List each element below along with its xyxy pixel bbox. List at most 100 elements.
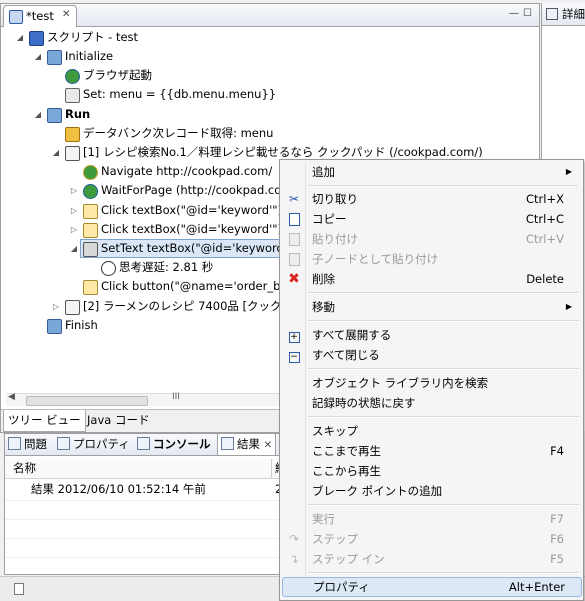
collapse-all-icon: −: [288, 352, 300, 363]
clock-icon: [101, 261, 116, 276]
collapse-icon[interactable]: ◢: [51, 143, 61, 162]
scissors-icon: ✂: [288, 192, 300, 206]
detail-icon: [546, 8, 558, 20]
problems-icon: [8, 437, 21, 450]
menu-item-search-library[interactable]: オブジェクト ライブラリ内を検索: [282, 373, 580, 393]
paste-icon: [286, 231, 302, 247]
tab-results[interactable]: 結果 ✕: [217, 434, 277, 455]
collapse-icon[interactable]: ◢: [33, 47, 43, 66]
copy-icon: [286, 211, 302, 227]
menu-item-delete[interactable]: ✖ 削除 Delete: [282, 269, 580, 289]
menu-separator: [308, 368, 578, 370]
results-icon: [221, 437, 234, 450]
click-hand-icon: [83, 280, 98, 295]
menu-item-copy[interactable]: コピー Ctrl+C: [282, 209, 580, 229]
table-row[interactable]: 結果 2012/06/10 01:52:14 午前 2: [5, 480, 295, 499]
menu-item-add-breakpoint[interactable]: ブレーク ポイントの追加: [282, 481, 580, 501]
menu-separator: [308, 292, 578, 294]
console-panel: 問題 プロパティ コンソール 結果 ✕ 名称 経 結果 2012/06/10 0…: [4, 433, 296, 575]
step-icon: ↷: [288, 532, 300, 546]
context-menu: 追加 ▶ ✂ 切り取り Ctrl+X コピー Ctrl+C 貼り付け Ctrl+V 子ノ…: [279, 159, 584, 601]
menu-item-skip[interactable]: スキップ: [282, 421, 580, 441]
console-icon: [137, 437, 150, 450]
scroll-left-icon[interactable]: ◀: [8, 392, 15, 402]
results-table-header: 名称 経: [5, 459, 295, 479]
detail-panel-header: 詳細: [542, 3, 585, 26]
grid-line: [5, 500, 295, 501]
properties-icon: [57, 437, 70, 450]
step-in-icon: ↴: [288, 552, 300, 566]
menu-item-step-in[interactable]: ↴ ステップ イン F5: [282, 549, 580, 569]
expand-icon[interactable]: ▷: [69, 181, 79, 200]
grid-line: [5, 538, 295, 539]
menu-item-expand-all[interactable]: + すべて展開する: [282, 325, 580, 345]
tree-node-databank[interactable]: データバンク次レコード取得: menu: [1, 124, 531, 143]
tab-java-code[interactable]: Java コード: [83, 410, 153, 431]
wait-icon: [83, 184, 98, 199]
expand-icon[interactable]: ▷: [69, 220, 79, 239]
grid-line: [5, 519, 295, 520]
expand-icon[interactable]: ▷: [51, 297, 61, 316]
console-panel-tabs: 問題 プロパティ コンソール 結果 ✕: [5, 434, 295, 456]
menu-item-paste[interactable]: 貼り付け Ctrl+V: [282, 229, 580, 249]
tree-node-set-menu[interactable]: Set: menu = {{db.menu.menu}}: [1, 85, 531, 104]
scroll-thumb[interactable]: [26, 396, 148, 406]
tab-title: *test: [26, 9, 54, 23]
tree-node-run[interactable]: ◢ Run: [1, 105, 531, 124]
menu-item-play-from[interactable]: ここから再生: [282, 461, 580, 481]
tab-problems[interactable]: 問題: [8, 434, 47, 455]
collapse-icon[interactable]: ◢: [69, 239, 79, 258]
tree-node-root[interactable]: ◢ スクリプト - test: [1, 28, 531, 47]
paste-child-icon: [286, 251, 302, 267]
expand-icon[interactable]: ▷: [69, 201, 79, 220]
expand-all-icon: +: [288, 332, 300, 343]
menu-separator: [308, 320, 578, 322]
grid-line: [5, 557, 295, 558]
column-divider: [271, 459, 272, 478]
menu-item-revert[interactable]: 記録時の状態に戻す: [282, 393, 580, 413]
globe-icon: [65, 69, 80, 84]
section-icon: [47, 108, 62, 123]
tab-properties[interactable]: プロパティ: [57, 434, 130, 455]
navigate-icon: [83, 165, 98, 180]
menu-item-play-here[interactable]: ここまで再生 F4: [282, 441, 580, 461]
tree-node-browser-start[interactable]: ブラウザ起動: [1, 66, 531, 85]
menu-item-cut[interactable]: ✂ 切り取り Ctrl+X: [282, 189, 580, 209]
menu-separator: [308, 504, 578, 506]
menu-separator: [308, 416, 578, 418]
menu-item-paste-child[interactable]: 子ノードとして貼り付け: [282, 249, 580, 269]
tab-test[interactable]: *test ✕: [3, 5, 77, 27]
page-icon: [65, 146, 80, 161]
menu-item-run[interactable]: 実行 F7: [282, 509, 580, 529]
delete-icon: ✖: [288, 271, 300, 287]
submenu-arrow-icon: ▶: [565, 167, 572, 176]
close-icon[interactable]: ✕: [62, 9, 70, 20]
collapse-icon[interactable]: ◢: [15, 28, 25, 47]
variable-icon: [65, 88, 80, 103]
menu-item-collapse-all[interactable]: − すべて閉じる: [282, 345, 580, 365]
script-icon: [9, 10, 23, 24]
editor-tabbar: *test ✕ — ☐: [1, 4, 539, 27]
column-name[interactable]: 名称: [13, 459, 36, 478]
menu-item-step[interactable]: ↷ ステップ F6: [282, 529, 580, 549]
page-icon: [65, 300, 80, 315]
section-icon: [47, 50, 62, 65]
tab-console[interactable]: コンソール: [137, 434, 211, 455]
tree-node-initialize[interactable]: ◢ Initialize: [1, 47, 531, 66]
maximize-icon[interactable]: ☐: [523, 8, 532, 19]
menu-item-properties[interactable]: プロパティ Alt+Enter: [282, 577, 582, 597]
menu-item-add[interactable]: 追加 ▶: [282, 162, 580, 182]
menu-item-move[interactable]: 移動 ▶: [282, 297, 580, 317]
detail-tab[interactable]: 詳細: [562, 6, 585, 22]
fast-view-icon[interactable]: [14, 583, 24, 595]
click-hand-icon: [83, 204, 98, 219]
databank-icon: [65, 127, 80, 142]
submenu-arrow-icon: ▶: [565, 302, 572, 311]
menu-separator: [308, 572, 578, 574]
close-icon[interactable]: ✕: [264, 440, 272, 451]
collapse-icon[interactable]: ◢: [33, 105, 43, 124]
scroll-grip: III: [172, 392, 180, 402]
menu-separator: [308, 185, 578, 187]
tab-tree-view[interactable]: ツリー ビュー: [3, 410, 86, 432]
minimize-icon[interactable]: —: [509, 8, 519, 19]
